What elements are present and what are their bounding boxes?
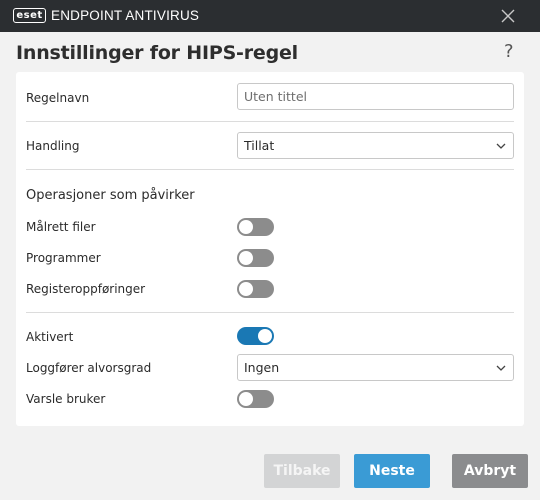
divider bbox=[26, 169, 514, 170]
enabled-toggle[interactable] bbox=[237, 327, 274, 345]
target-files-toggle[interactable] bbox=[237, 218, 274, 236]
next-button[interactable]: Neste bbox=[354, 454, 430, 488]
dialog-title: Innstillinger for HIPS-regel bbox=[16, 42, 298, 64]
operations-heading: Operasjoner som påvirker bbox=[26, 188, 195, 203]
notify-user-label: Varsle bruker bbox=[26, 392, 106, 406]
registry-entries-label: Registeroppføringer bbox=[26, 282, 146, 296]
logging-severity-select[interactable]: Ingen bbox=[237, 354, 514, 381]
divider bbox=[26, 121, 514, 122]
enabled-label: Aktivert bbox=[26, 330, 74, 344]
eset-logo: eset ENDPOINT ANTIVIRUS bbox=[13, 8, 199, 23]
applications-toggle[interactable] bbox=[237, 249, 274, 267]
action-label: Handling bbox=[26, 139, 80, 153]
target-files-label: Målrett filer bbox=[26, 220, 96, 234]
action-select[interactable]: Tillat bbox=[237, 132, 514, 159]
registry-entries-toggle[interactable] bbox=[237, 280, 274, 298]
back-button[interactable]: Tilbake bbox=[264, 454, 340, 488]
action-value: Tillat bbox=[244, 138, 275, 153]
divider bbox=[26, 312, 514, 313]
logging-severity-label: Loggfører alvorsgrad bbox=[26, 361, 152, 375]
rule-name-placeholder: Uten tittel bbox=[244, 89, 307, 104]
logging-severity-value: Ingen bbox=[244, 360, 280, 375]
rule-name-input[interactable]: Uten tittel bbox=[237, 83, 514, 110]
applications-label: Programmer bbox=[26, 251, 101, 265]
chevron-down-icon bbox=[496, 143, 506, 149]
title-bar: eset ENDPOINT ANTIVIRUS bbox=[0, 0, 540, 32]
rule-name-label: Regelnavn bbox=[26, 91, 90, 105]
eset-logo-badge: eset bbox=[13, 8, 46, 23]
cancel-button[interactable]: Avbryt bbox=[452, 454, 528, 488]
close-icon[interactable] bbox=[498, 6, 518, 26]
chevron-down-icon bbox=[496, 365, 506, 371]
help-icon[interactable]: ? bbox=[504, 41, 514, 62]
app-name: ENDPOINT ANTIVIRUS bbox=[51, 8, 200, 23]
notify-user-toggle[interactable] bbox=[237, 390, 274, 408]
